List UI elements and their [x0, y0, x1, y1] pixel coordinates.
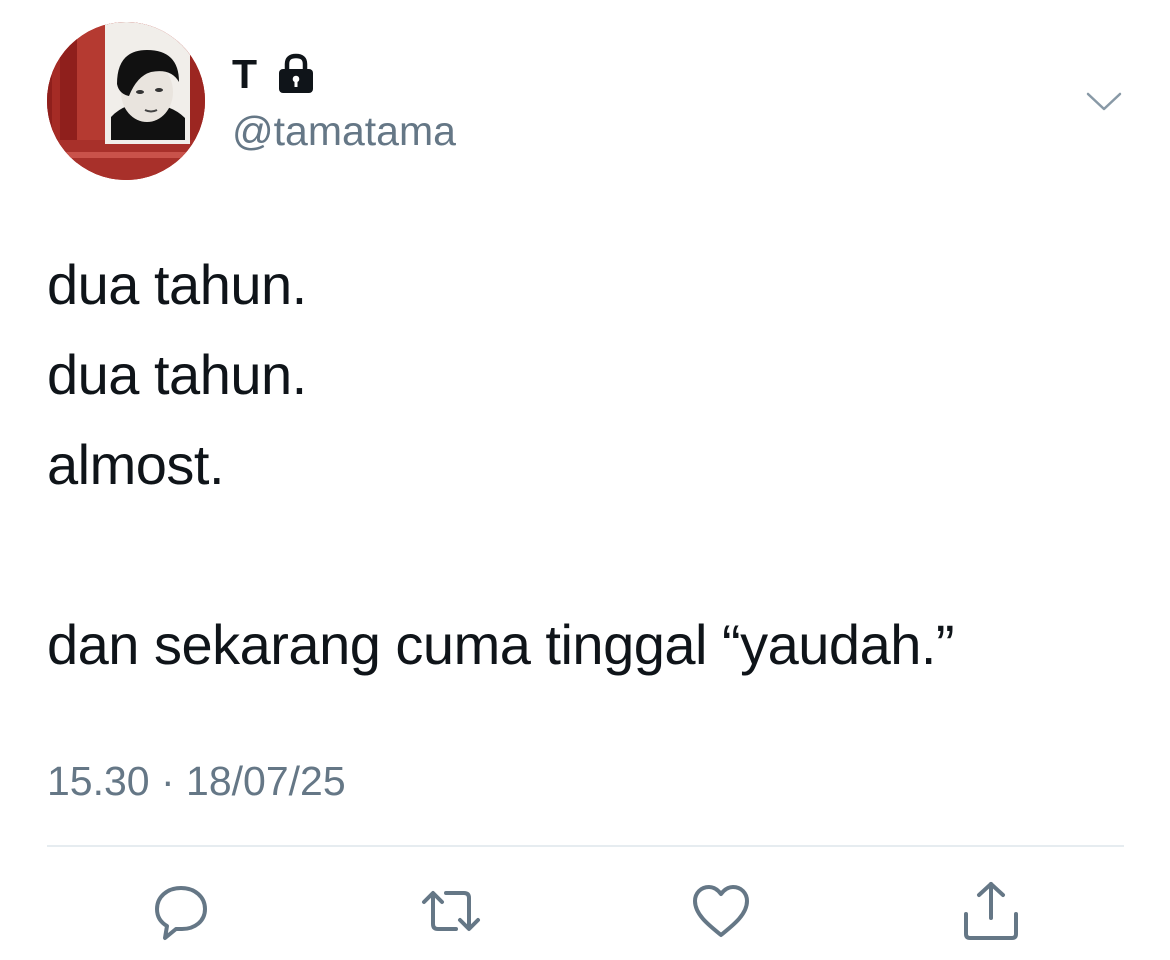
share-button[interactable]	[960, 880, 1022, 942]
like-icon	[693, 885, 749, 937]
tweet-text: dua tahun. dua tahun. almost. dan sekara…	[47, 240, 1127, 690]
display-name[interactable]: T	[232, 49, 257, 99]
tweet-timestamp[interactable]: 15.30 · 18/07/25	[47, 755, 346, 807]
like-button[interactable]	[690, 880, 752, 942]
user-handle[interactable]: @tamatama	[232, 106, 456, 156]
tweet-line: almost.	[47, 433, 225, 496]
divider	[47, 845, 1124, 847]
reply-button[interactable]	[150, 880, 212, 942]
tweet-line: dua tahun.	[47, 253, 307, 316]
chevron-down-icon[interactable]	[1084, 84, 1124, 118]
avatar-image	[47, 22, 205, 180]
tweet-line: dua tahun.	[47, 343, 307, 406]
retweet-icon	[422, 891, 480, 931]
retweet-button[interactable]	[420, 880, 482, 942]
tweet-line: dan sekarang cuma tinggal “yaudah.”	[47, 613, 955, 676]
avatar[interactable]	[47, 22, 205, 180]
share-icon	[964, 882, 1018, 940]
reply-icon	[155, 886, 207, 940]
lock-icon	[279, 53, 313, 93]
